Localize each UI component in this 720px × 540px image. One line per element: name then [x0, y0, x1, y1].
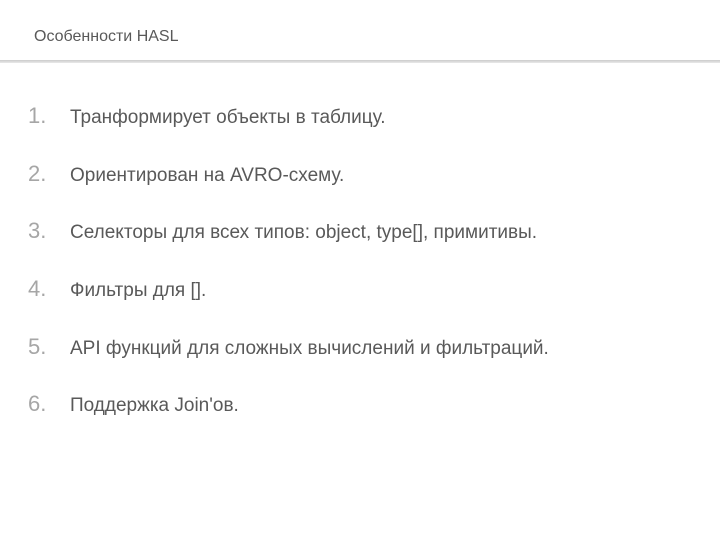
list-number: 6. [28, 389, 56, 419]
list-number: 4. [28, 274, 56, 304]
slide-content: 1. Транформирует объекты в таблицу. 2. О… [0, 63, 720, 419]
list-item: 6. Поддержка Join'ов. [28, 389, 690, 419]
list-item: 5. API функций для сложных вычислений и … [28, 332, 690, 362]
list-number: 5. [28, 332, 56, 362]
list-item: 4. Фильтры для []. [28, 274, 690, 304]
list-item: 1. Транформирует объекты в таблицу. [28, 101, 690, 131]
list-number: 1. [28, 101, 56, 131]
list-text: Ориентирован на AVRO-схему. [70, 163, 344, 189]
list-number: 3. [28, 216, 56, 246]
feature-list: 1. Транформирует объекты в таблицу. 2. О… [28, 101, 690, 419]
slide-title: Особенности HASL [34, 28, 720, 46]
list-number: 2. [28, 159, 56, 189]
list-text: Фильтры для []. [70, 278, 206, 304]
list-item: 2. Ориентирован на AVRO-схему. [28, 159, 690, 189]
list-text: Транформирует объекты в таблицу. [70, 105, 386, 131]
list-text: API функций для сложных вычислений и фил… [70, 336, 549, 362]
list-text: Селекторы для всех типов: object, type[]… [70, 220, 537, 246]
slide-header: Особенности HASL [0, 0, 720, 46]
list-text: Поддержка Join'ов. [70, 393, 239, 419]
list-item: 3. Селекторы для всех типов: object, typ… [28, 216, 690, 246]
